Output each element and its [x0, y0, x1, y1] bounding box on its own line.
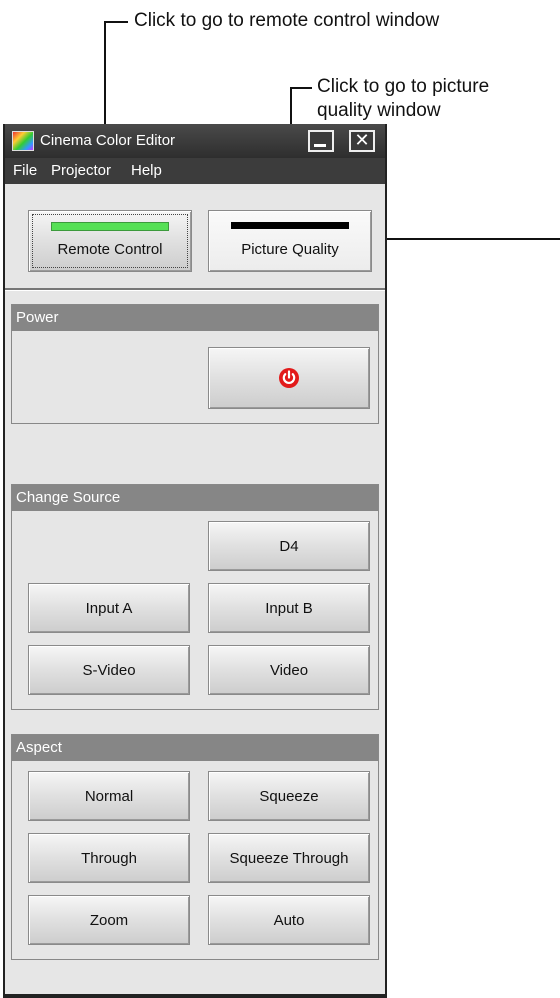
app-icon [12, 131, 34, 151]
source-input-a-button[interactable]: Input A [28, 583, 190, 633]
callout-picture-text-line2: quality window [317, 100, 441, 121]
menu-help[interactable]: Help [131, 162, 162, 179]
power-button[interactable] [208, 347, 370, 409]
callout-remote-text: Click to go to remote control window [134, 10, 440, 31]
window-title: Cinema Color Editor [40, 132, 176, 149]
callout-picture-text-line1: Click to go to picture [317, 76, 490, 97]
source-s-video-button[interactable]: S-Video [28, 645, 190, 695]
aspect-section: Aspect Normal Squeeze Through Squeeze Th… [11, 734, 379, 960]
menu-bar: File Projector Help [5, 158, 385, 184]
source-input-b-label: Input B [265, 599, 313, 617]
source-video-button[interactable]: Video [208, 645, 370, 695]
callout-window-leader [376, 238, 560, 240]
aspect-through-label: Through [81, 849, 137, 867]
menu-file[interactable]: File [13, 162, 37, 179]
picture-quality-label: Picture Quality [241, 241, 339, 258]
aspect-through-button[interactable]: Through [28, 833, 190, 883]
minimize-button[interactable] [308, 130, 334, 152]
callout-remote-leader-horizontal [104, 21, 128, 23]
aspect-normal-label: Normal [84, 787, 134, 805]
picture-indicator [231, 222, 349, 229]
callout-picture-leader-horizontal [290, 87, 312, 89]
change-source-section: Change Source D4 Input A Input B S-Video… [11, 484, 379, 710]
menu-projector[interactable]: Projector [51, 162, 111, 179]
close-button[interactable]: ✕ [349, 130, 375, 152]
divider [5, 288, 385, 291]
aspect-header: Aspect [12, 735, 378, 761]
aspect-normal-button[interactable]: Normal [28, 771, 190, 821]
remote-control-button[interactable]: Remote Control [28, 210, 192, 272]
close-icon: ✕ [354, 130, 370, 151]
power-section: Power [11, 304, 379, 424]
window-bottom-edge [5, 994, 385, 998]
source-d4-button[interactable]: D4 [208, 521, 370, 571]
power-icon [279, 368, 299, 388]
title-bar[interactable]: Cinema Color Editor ✕ [5, 124, 385, 158]
aspect-squeeze-through-label: Squeeze Through [229, 849, 349, 867]
aspect-squeeze-through-button[interactable]: Squeeze Through [208, 833, 370, 883]
cinema-color-editor-window: Cinema Color Editor ✕ File Projector Hel… [3, 124, 387, 998]
remote-control-label: Remote Control [57, 241, 163, 258]
source-d4-label: D4 [279, 537, 299, 555]
aspect-zoom-button[interactable]: Zoom [28, 895, 190, 945]
remote-active-indicator [51, 222, 169, 231]
aspect-zoom-label: Zoom [89, 911, 129, 929]
source-input-b-button[interactable]: Input B [208, 583, 370, 633]
source-input-a-label: Input A [85, 599, 133, 617]
source-s-video-label: S-Video [82, 661, 136, 679]
aspect-squeeze-label: Squeeze [259, 787, 319, 805]
aspect-auto-label: Auto [273, 911, 305, 929]
power-header: Power [12, 305, 378, 331]
change-source-header: Change Source [12, 485, 378, 511]
source-video-label: Video [269, 661, 309, 679]
picture-quality-button[interactable]: Picture Quality [208, 210, 372, 272]
aspect-squeeze-button[interactable]: Squeeze [208, 771, 370, 821]
aspect-auto-button[interactable]: Auto [208, 895, 370, 945]
